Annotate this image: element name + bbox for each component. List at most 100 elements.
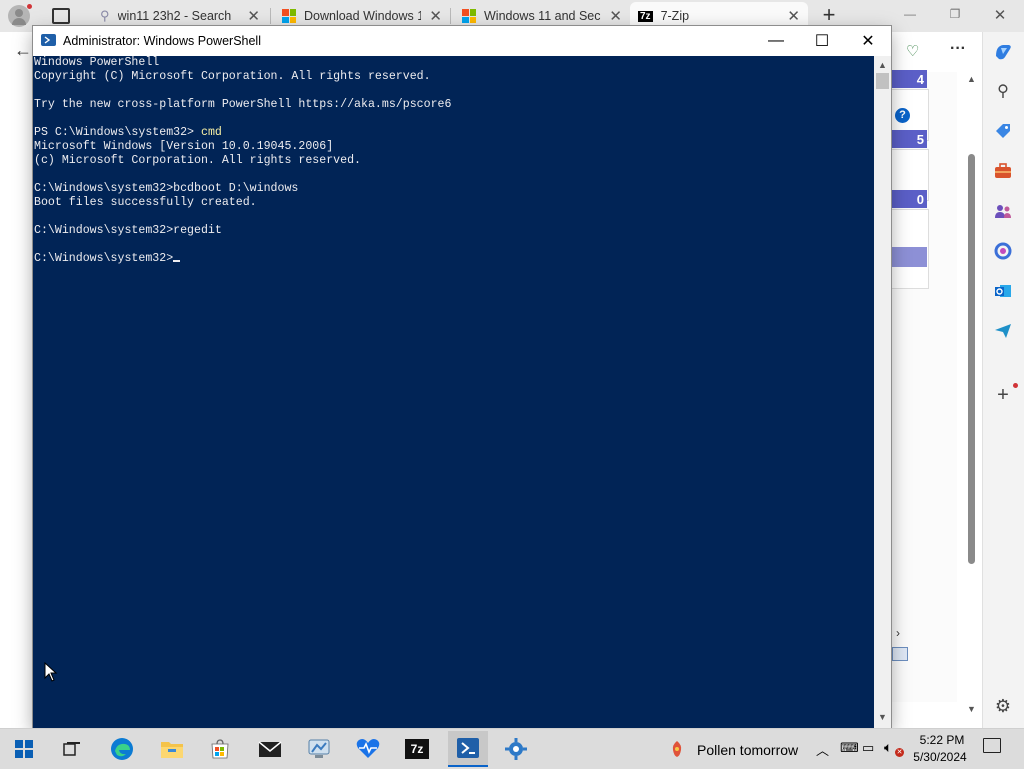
people-icon[interactable] (992, 200, 1014, 222)
search-icon: ⚲ (100, 8, 110, 23)
back-arrow-icon[interactable]: ← (14, 40, 32, 61)
scroll-up-arrow-icon[interactable]: ▲ (878, 60, 887, 70)
behind-tile-number: 5 (891, 130, 927, 148)
tab-actions-icon[interactable] (52, 8, 70, 24)
page-scrollbar[interactable]: ▲ ▼ (964, 72, 978, 722)
health-icon[interactable]: ♡ (906, 42, 919, 60)
scroll-up-arrow-icon[interactable]: ▲ (967, 74, 976, 84)
notification-dot (1013, 383, 1018, 388)
shopping-tag-icon[interactable] (992, 120, 1014, 142)
copilot-icon[interactable] (992, 40, 1014, 62)
send-icon[interactable] (992, 320, 1014, 342)
display-icon[interactable]: ▭ (862, 740, 874, 756)
tab-close-icon[interactable]: ✕ (247, 7, 260, 25)
outlook-icon[interactable] (992, 280, 1014, 302)
behind-tile-number: 0 (891, 190, 927, 208)
clock-date[interactable]: 5/30/2024 (908, 750, 972, 764)
console-line: PS C:\Windows\system32> cmd (33, 126, 874, 140)
task-view-icon[interactable] (58, 735, 86, 763)
volume-muted-icon[interactable]: 🔈︎ (884, 739, 892, 756)
scroll-thumb[interactable] (968, 154, 975, 564)
image-thumb-icon (892, 647, 908, 661)
console-scrollbar[interactable]: ▲ ▼ (874, 56, 891, 728)
powershell-window: Administrator: Windows PowerShell — ☐ ✕ … (33, 26, 891, 728)
tab-divider (450, 8, 451, 24)
console-line: Try the new cross-platform PowerShell ht… (34, 98, 452, 111)
text-cursor (173, 260, 181, 262)
tab-divider (270, 8, 271, 24)
close-button[interactable]: ✕ (845, 26, 891, 56)
tab-title: win11 23h2 - Search (117, 9, 232, 23)
console-line: Copyright (C) Microsoft Corporation. All… (34, 70, 431, 83)
scroll-down-arrow-icon[interactable]: ▼ (878, 712, 887, 722)
behind-tile-number: 4 (891, 70, 927, 88)
mail-icon[interactable] (256, 735, 284, 763)
new-tab-button[interactable]: + (818, 3, 840, 27)
show-hidden-icons-chevron-icon[interactable]: ︿ (816, 740, 829, 759)
clock-time[interactable]: 5:22 PM (916, 733, 968, 747)
file-explorer-icon[interactable] (158, 735, 186, 763)
console-line: (c) Microsoft Corporation. All rights re… (34, 154, 361, 167)
start-button[interactable] (10, 735, 38, 763)
weather-text[interactable]: Pollen tomorrow (697, 742, 798, 758)
tools-briefcase-icon[interactable] (992, 160, 1014, 182)
tab-close-icon[interactable]: ✕ (609, 7, 622, 25)
address-bar-edge (0, 68, 35, 728)
scroll-thumb[interactable] (876, 73, 889, 89)
edge-sidebar: ⚲ + ⚙ (982, 32, 1024, 728)
console-line: Boot files successfully created. (34, 196, 257, 209)
7zip-favicon-icon: 7z (638, 10, 653, 22)
7zip-logo: 7z (405, 739, 429, 759)
more-menu-button[interactable]: ··· (950, 40, 966, 58)
tab-close-icon[interactable]: ✕ (787, 7, 800, 25)
scroll-down-arrow-icon[interactable]: ▼ (967, 704, 976, 714)
settings-gear-icon[interactable]: ⚙ (992, 695, 1014, 717)
console-prompt: C:\Windows\system32> (34, 252, 174, 265)
tab-close-icon[interactable]: ✕ (429, 7, 442, 25)
console-line: C:\Windows\system32>regedit (34, 224, 222, 237)
browser-close-button[interactable]: ✕ (985, 6, 1015, 24)
tab-title: Windows 11 and Sec (484, 9, 601, 23)
window-title: Administrator: Windows PowerShell (63, 34, 261, 48)
console-line: C:\Windows\system32>bcdboot D:\windows (34, 182, 299, 195)
console-output[interactable]: Windows PowerShell Copyright (C) Microso… (33, 56, 874, 728)
notification-center-icon[interactable] (983, 738, 1001, 753)
console-prompt: PS C:\Windows\system32> (34, 126, 201, 139)
scanner-gear-icon[interactable] (502, 735, 530, 763)
console-input-line[interactable]: C:\Windows\system32> (33, 252, 874, 266)
weather-icon[interactable] (668, 739, 686, 759)
expand-arrow-icon[interactable]: › (896, 626, 900, 640)
maximize-button[interactable]: ☐ (799, 26, 845, 56)
minimize-button[interactable]: — (753, 26, 799, 56)
browser-restore-button[interactable]: ❐ (940, 7, 970, 21)
search-icon[interactable]: ⚲ (992, 80, 1014, 102)
add-sidebar-app-icon[interactable]: + (992, 384, 1014, 406)
mute-x-badge: ✕ (895, 748, 904, 757)
edge-browser-icon[interactable] (108, 735, 136, 763)
tab-title: 7-Zip (660, 9, 690, 23)
browser-minimize-button[interactable]: — (895, 7, 925, 21)
notification-dot (27, 4, 32, 9)
powershell-taskbar-icon[interactable] (448, 731, 488, 767)
behind-tile-highlight (891, 247, 927, 267)
console-command: cmd (200, 126, 222, 139)
network-icon[interactable]: ⌨ (840, 740, 859, 756)
windows-taskbar: 7z Pollen tomorrow ︿ ⌨ ▭ 🔈︎ ✕ 5:22 PM 5/… (0, 728, 1024, 769)
console-line: Microsoft Windows [Version 10.0.19045.20… (34, 140, 334, 153)
powershell-app-icon (41, 34, 56, 46)
health-heart-icon[interactable] (354, 735, 382, 763)
console-line: Windows PowerShell (34, 56, 160, 69)
mouse-pointer-icon (44, 662, 58, 682)
microsoft-logo-icon (282, 9, 296, 23)
profile-avatar[interactable] (8, 4, 32, 27)
7zip-app-icon[interactable]: 7z (403, 735, 431, 763)
help-icon[interactable]: ? (895, 108, 910, 123)
office-icon[interactable] (992, 240, 1014, 262)
microsoft-store-icon[interactable] (206, 735, 234, 763)
control-panel-icon[interactable] (305, 735, 333, 763)
